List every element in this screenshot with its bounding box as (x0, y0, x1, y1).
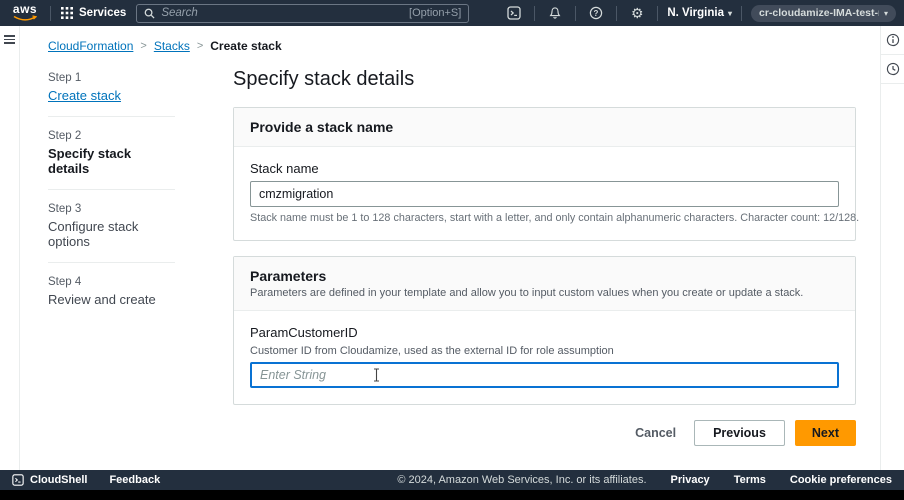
breadcrumb-current: Create stack (210, 39, 281, 53)
step-divider (48, 116, 175, 117)
left-navigation-rail (0, 26, 20, 470)
cancel-button[interactable]: Cancel (627, 421, 684, 445)
services-label: Services (79, 7, 126, 19)
cloudshell-icon (12, 474, 24, 486)
help-icon[interactable]: ? (585, 6, 607, 20)
parameters-card-title: Parameters (250, 268, 839, 284)
stack-name-input[interactable] (250, 181, 839, 207)
topbar-divider (50, 6, 51, 21)
footer-cookie-link[interactable]: Cookie preferences (790, 474, 892, 486)
stack-name-card-title: Provide a stack name (250, 119, 839, 135)
footer-bar: CloudShell Feedback © 2024, Amazon Web S… (0, 470, 904, 490)
info-panel-button[interactable] (881, 26, 904, 55)
step-2-title: Specify stack details (48, 146, 175, 176)
recent-activity-button[interactable] (881, 55, 904, 84)
footer-privacy-link[interactable]: Privacy (671, 474, 710, 486)
account-menu[interactable]: cr-cloudamize-IMA-test-migrat... ▾ (751, 5, 896, 22)
screen-bottom-edge (0, 490, 904, 500)
param-customer-id-description: Customer ID from Cloudamize, used as the… (250, 345, 839, 357)
step-1-link[interactable]: Create stack (48, 88, 175, 103)
next-button[interactable]: Next (795, 420, 856, 446)
step-divider (48, 262, 175, 263)
parameters-card-header: Parameters Parameters are defined in you… (234, 257, 855, 311)
settings-gear-icon[interactable]: ⚙ (626, 6, 648, 20)
footer-terms-link[interactable]: Terms (734, 474, 766, 486)
topbar-divider (741, 6, 742, 21)
stack-name-card-header: Provide a stack name (234, 108, 855, 147)
topbar-divider (657, 6, 658, 21)
menu-icon[interactable] (4, 35, 15, 470)
region-label: N. Virginia (667, 7, 724, 19)
wizard-actions: Cancel Previous Next (233, 420, 856, 446)
chevron-down-icon: ▾ (728, 9, 732, 18)
step-3: Step 3 Configure stack options (48, 203, 175, 249)
aws-smile-icon (13, 15, 37, 22)
svg-text:?: ? (594, 9, 599, 18)
notifications-bell-icon[interactable] (544, 6, 566, 20)
breadcrumb-separator-icon: > (197, 40, 203, 52)
chevron-down-icon: ▾ (884, 9, 888, 18)
topbar-divider (616, 6, 617, 21)
step-1: Step 1 Create stack (48, 72, 175, 103)
clock-icon (886, 62, 900, 76)
region-selector[interactable]: N. Virginia ▾ (667, 7, 732, 19)
step-4-label: Step 4 (48, 276, 175, 288)
account-name: cr-cloudamize-IMA-test-migrat... (759, 7, 879, 19)
breadcrumb-cloudformation[interactable]: CloudFormation (48, 39, 133, 53)
step-2: Step 2 Specify stack details (48, 130, 175, 176)
breadcrumb-stacks[interactable]: Stacks (154, 39, 190, 53)
main-content: CloudFormation > Stacks > Create stack S… (20, 26, 880, 470)
footer-copyright: © 2024, Amazon Web Services, Inc. or its… (397, 474, 646, 486)
search-shortcut: [Option+S] (409, 7, 461, 19)
stack-name-card: Provide a stack name Stack name Stack na… (233, 107, 856, 241)
search-icon (144, 8, 155, 19)
aws-logo-text: aws (13, 4, 37, 15)
grid-icon (61, 7, 73, 19)
stack-name-hint: Stack name must be 1 to 128 characters, … (250, 212, 839, 224)
footer-feedback[interactable]: Feedback (109, 474, 160, 486)
step-3-title: Configure stack options (48, 219, 175, 249)
right-tools-rail (880, 26, 904, 470)
param-customer-id-input[interactable] (250, 362, 839, 388)
footer-cloudshell-label: CloudShell (30, 474, 87, 486)
search-bar[interactable]: [Option+S] (136, 4, 469, 23)
step-3-label: Step 3 (48, 203, 175, 215)
topbar-divider (575, 6, 576, 21)
footer-cloudshell[interactable]: CloudShell (12, 474, 87, 486)
cloudshell-icon[interactable] (503, 6, 525, 20)
param-customer-id-label: ParamCustomerID (250, 325, 839, 340)
step-2-label: Step 2 (48, 130, 175, 142)
step-1-label: Step 1 (48, 72, 175, 84)
parameters-card: Parameters Parameters are defined in you… (233, 256, 856, 405)
services-menu[interactable]: Services (61, 7, 126, 19)
step-divider (48, 189, 175, 190)
info-icon (886, 33, 900, 47)
parameters-card-description: Parameters are defined in your template … (250, 287, 839, 299)
step-4: Step 4 Review and create (48, 276, 175, 307)
previous-button[interactable]: Previous (694, 420, 785, 446)
wizard-steps-nav: Step 1 Create stack Step 2 Specify stack… (48, 63, 175, 446)
stack-name-label: Stack name (250, 161, 839, 176)
page-title: Specify stack details (233, 63, 856, 107)
top-navigation-bar: aws Services [Option+S] (0, 0, 904, 26)
search-input[interactable] (161, 7, 403, 19)
step-4-title: Review and create (48, 292, 175, 307)
aws-logo[interactable]: aws (10, 4, 40, 22)
topbar-divider (534, 6, 535, 21)
breadcrumb-separator-icon: > (140, 40, 146, 52)
breadcrumb: CloudFormation > Stacks > Create stack (48, 26, 880, 63)
